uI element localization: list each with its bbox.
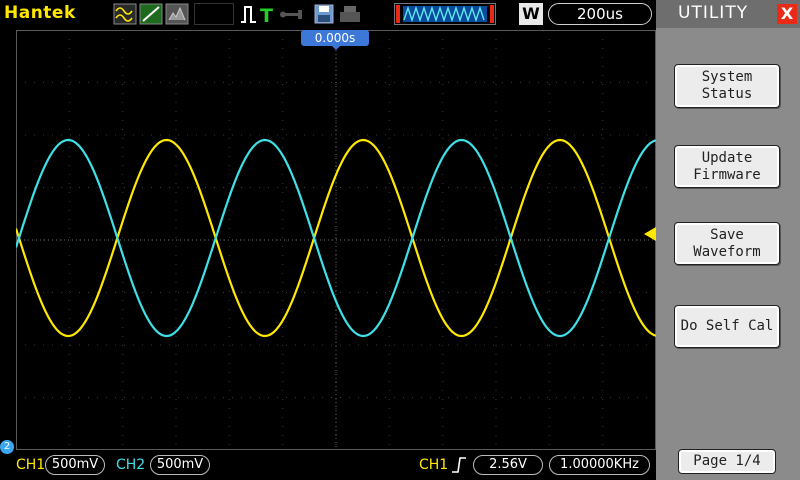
ch2-scale: 500mV — [150, 455, 210, 475]
memory-depth-icon — [394, 3, 496, 25]
timebase-readout: 200us — [548, 3, 652, 25]
self-cal-button[interactable]: Do Self Cal — [674, 305, 780, 348]
trigger-level: 2.56V — [473, 455, 543, 475]
button-label: Do Self Cal — [680, 318, 774, 334]
print-icon — [340, 6, 360, 22]
utility-menu-panel: UTILITY X System Status Update Firmware … — [656, 0, 800, 480]
frequency-readout: 1.00000KHz — [549, 455, 650, 475]
button-label: Waveform — [693, 243, 761, 260]
menu-title-bar: UTILITY X — [656, 0, 800, 28]
brand-logo: Hantek — [4, 3, 76, 23]
trigger-t-icon: T — [260, 5, 273, 25]
blank-indicator — [194, 3, 234, 25]
ch1-label[interactable]: CH1 — [16, 457, 45, 473]
run-state-indicator[interactable]: W — [519, 3, 543, 25]
trigger-source: CH1 — [419, 457, 449, 473]
trigger-edge-icon — [241, 6, 256, 23]
save-icon — [314, 4, 334, 24]
acquire-mode-icons — [113, 3, 191, 25]
top-bar: Hantek T W 200us — [0, 0, 656, 28]
trigger-position-readout: 0.000s — [301, 30, 369, 46]
menu-title: UTILITY — [678, 3, 749, 23]
ch2-label[interactable]: CH2 — [116, 457, 145, 473]
graticule — [16, 30, 656, 450]
trigger-level-marker — [644, 227, 656, 241]
status-icons: T — [238, 3, 388, 27]
save-waveform-button[interactable]: Save Waveform — [674, 222, 780, 265]
waveform-display — [16, 30, 656, 450]
waveform-mode-icon — [113, 3, 137, 25]
button-label: Save — [710, 226, 744, 243]
ch2-marker: 2 — [0, 440, 14, 454]
ramp-icon — [139, 3, 163, 25]
button-label: System — [701, 69, 753, 85]
rising-edge-icon — [452, 457, 466, 473]
button-label: Status — [701, 86, 753, 102]
usb-icon — [280, 10, 302, 19]
button-label: Update — [701, 149, 753, 166]
button-label: Firmware — [693, 166, 761, 183]
close-icon[interactable]: X — [777, 4, 797, 24]
update-firmware-button[interactable]: Update Firmware — [674, 145, 780, 188]
persist-icon — [165, 3, 189, 25]
page-button[interactable]: Page 1/4 — [678, 449, 776, 474]
system-status-button[interactable]: System Status — [674, 64, 780, 108]
ch1-scale: 500mV — [45, 455, 105, 475]
